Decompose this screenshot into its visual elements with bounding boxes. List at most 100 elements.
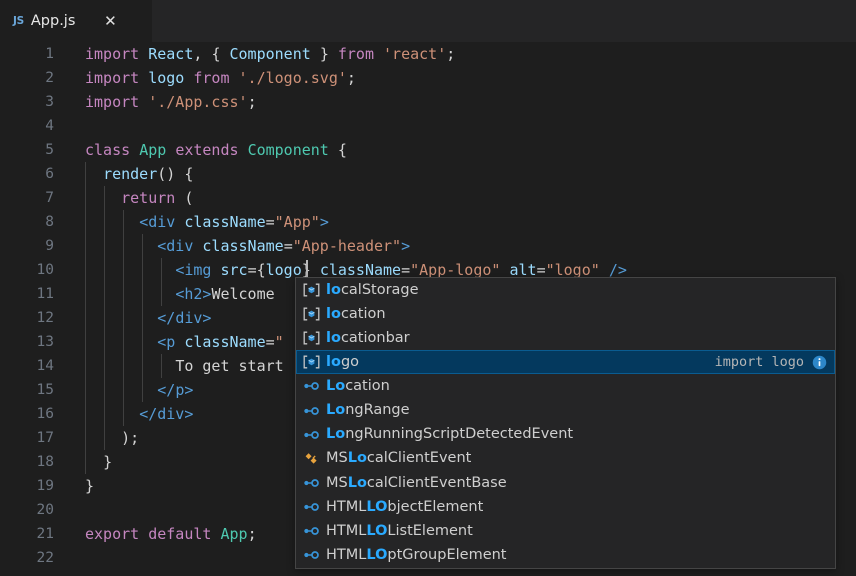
interface-icon <box>303 428 320 442</box>
editor-tab-bar: JS App.js ✕ <box>0 0 856 42</box>
interface-icon <box>303 379 320 393</box>
suggest-item-label: localStorage <box>326 283 419 298</box>
info-icon <box>812 355 827 370</box>
suggest-item[interactable]: localStorage <box>296 278 835 302</box>
code-line[interactable]: 2 import logo from './logo.svg'; <box>0 66 856 90</box>
line-number: 7 <box>0 186 54 210</box>
code-text: render() { <box>85 162 193 186</box>
autocomplete-suggest-widget[interactable]: localStorage location locationbar logoimpor… <box>295 277 836 569</box>
line-number: 5 <box>0 138 54 162</box>
suggest-item[interactable]: LongRange <box>296 398 835 422</box>
interface-icon <box>301 427 321 443</box>
line-number: 2 <box>0 66 54 90</box>
interface-icon <box>301 403 321 419</box>
code-text: export default App; <box>85 522 257 546</box>
vscode-editor-window: JS App.js ✕ 1 import React, { Component }… <box>0 0 856 576</box>
line-number: 15 <box>0 378 54 402</box>
code-text: </div> <box>85 402 193 426</box>
code-text: ); <box>85 426 139 450</box>
interface-icon <box>301 378 321 394</box>
suggest-item[interactable]: LongRunningScriptDetectedEvent <box>296 423 835 447</box>
variable-icon <box>301 330 321 346</box>
code-line[interactable]: 4 <box>0 114 856 138</box>
suggest-item[interactable]: HTMLLObjectElement <box>296 495 835 519</box>
variable-icon <box>303 307 320 321</box>
suggest-item-label: LongRunningScriptDetectedEvent <box>326 427 573 442</box>
interface-icon <box>303 476 320 490</box>
interface-icon <box>303 404 320 418</box>
suggest-item[interactable]: HTMLLOptGroupElement <box>296 543 835 567</box>
variable-icon <box>303 355 320 369</box>
suggest-item[interactable]: locationbar <box>296 326 835 350</box>
close-icon[interactable]: ✕ <box>101 12 119 30</box>
line-number: 1 <box>0 42 54 66</box>
suggest-item[interactable]: Location <box>296 374 835 398</box>
code-line[interactable]: 7 return ( <box>0 186 856 210</box>
code-text: import React, { Component } from 'react'… <box>85 42 455 66</box>
suggest-item[interactable]: location <box>296 302 835 326</box>
code-line[interactable]: 5 class App extends Component { <box>0 138 856 162</box>
suggest-item-detail-text: import logo <box>715 354 804 370</box>
tab-app-js[interactable]: JS App.js ✕ <box>0 0 152 42</box>
interface-icon <box>301 547 321 563</box>
suggest-item[interactable]: MSLocalClientEventBase <box>296 471 835 495</box>
code-text: import logo from './logo.svg'; <box>85 66 356 90</box>
line-number: 3 <box>0 90 54 114</box>
suggest-item-label: MSLocalClientEventBase <box>326 476 507 491</box>
interface-icon <box>303 548 320 562</box>
suggest-item-label: locationbar <box>326 331 410 346</box>
code-text: </div> <box>85 306 211 330</box>
line-number: 6 <box>0 162 54 186</box>
suggest-item-label: HTMLLOptGroupElement <box>326 548 507 563</box>
suggest-item-label: Location <box>326 379 390 394</box>
info-icon[interactable] <box>811 354 827 370</box>
line-number: 14 <box>0 354 54 378</box>
suggest-item-label: location <box>326 307 386 322</box>
code-text: <h2>Welcome <box>85 282 275 306</box>
line-number: 19 <box>0 474 54 498</box>
line-number: 21 <box>0 522 54 546</box>
variable-icon <box>301 306 321 322</box>
code-line[interactable]: 6 render() { <box>0 162 856 186</box>
suggest-item-label: LongRange <box>326 403 410 418</box>
interface-icon <box>301 475 321 491</box>
code-line[interactable]: 9 <div className="App-header"> <box>0 234 856 258</box>
suggest-item-label: HTMLLObjectElement <box>326 500 483 515</box>
code-text: return ( <box>85 186 193 210</box>
suggest-item[interactable]: logoimport logo <box>296 350 835 374</box>
suggest-item[interactable]: HTMLLOListElement <box>296 519 835 543</box>
class-icon <box>301 451 321 467</box>
line-number: 20 <box>0 498 54 522</box>
code-text: } <box>85 450 112 474</box>
line-number: 17 <box>0 426 54 450</box>
code-text: <p className=" <box>85 330 284 354</box>
suggest-item-detail: import logo <box>715 354 829 370</box>
line-number: 10 <box>0 258 54 282</box>
line-number: 22 <box>0 546 54 570</box>
line-number: 16 <box>0 402 54 426</box>
variable-icon <box>301 354 321 370</box>
javascript-file-icon: JS <box>13 16 24 27</box>
code-text: <div className="App"> <box>85 210 329 234</box>
code-line[interactable]: 8 <div className="App"> <box>0 210 856 234</box>
code-text: } <box>85 474 94 498</box>
variable-icon <box>303 283 320 297</box>
line-number: 9 <box>0 234 54 258</box>
class-icon <box>303 452 320 466</box>
interface-icon <box>303 524 320 538</box>
code-text: class App extends Component { <box>85 138 347 162</box>
code-line[interactable]: 1 import React, { Component } from 'react… <box>0 42 856 66</box>
line-number: 4 <box>0 114 54 138</box>
line-number: 13 <box>0 330 54 354</box>
suggest-item-label: HTMLLOListElement <box>326 524 473 539</box>
line-number: 12 <box>0 306 54 330</box>
variable-icon <box>301 282 321 298</box>
suggest-item[interactable]: MSLocalClientEvent <box>296 447 835 471</box>
line-number: 11 <box>0 282 54 306</box>
suggest-item-label: MSLocalClientEvent <box>326 451 471 466</box>
code-line[interactable]: 3import './App.css'; <box>0 90 856 114</box>
line-number: 8 <box>0 210 54 234</box>
code-text: To get start <box>85 354 284 378</box>
code-text: <div className="App-header"> <box>85 234 410 258</box>
interface-icon <box>301 499 321 515</box>
